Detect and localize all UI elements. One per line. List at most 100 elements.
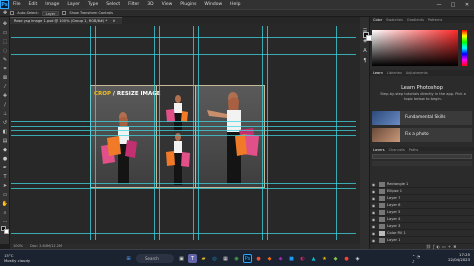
guide-line[interactable]	[11, 37, 356, 38]
more-tools-icon[interactable]: …	[1, 217, 9, 224]
document-info[interactable]: Doc: 2.64M/12.2M	[30, 244, 62, 248]
menu-3d[interactable]: 3D	[143, 2, 157, 7]
layer-row[interactable]: ◉ Layer 1	[370, 237, 474, 244]
layer-row[interactable]: ◉ Layer 6	[370, 202, 474, 209]
guide-line[interactable]	[11, 54, 356, 55]
move-tool-icon[interactable]: ✥	[1, 20, 9, 27]
guide-line[interactable]	[90, 26, 91, 240]
gradient-tool-icon[interactable]: ▤	[1, 137, 9, 144]
hand-tool-icon[interactable]: ✋	[1, 200, 9, 207]
guide-line[interactable]	[336, 26, 337, 240]
edge-icon[interactable]: ◎	[210, 254, 219, 263]
layer-row[interactable]: ◉ Ellipse 1	[370, 188, 474, 195]
chrome-icon[interactable]: ◉	[232, 254, 241, 263]
document-canvas[interactable]: CROP / RESIZE IMAGE	[11, 26, 356, 240]
tab-swatches[interactable]: Swatches	[386, 18, 403, 22]
artboard-tool-icon[interactable]: ▭	[1, 29, 9, 36]
guide-line[interactable]	[11, 130, 356, 131]
windows-start-icon[interactable]: ⊞	[124, 254, 133, 263]
layer-row[interactable]: ◉ Layer 4	[370, 216, 474, 223]
taskbar-search[interactable]: Search	[136, 254, 174, 263]
color-picker-field[interactable]	[372, 30, 458, 66]
app-icon[interactable]: ●	[254, 254, 263, 263]
visibility-eye-icon[interactable]: ◉	[370, 238, 377, 243]
app-icon[interactable]: ◆	[265, 254, 274, 263]
auto-select-checkbox[interactable]	[10, 11, 15, 15]
app-icon[interactable]: ★	[320, 254, 329, 263]
tab-color[interactable]: Color	[373, 18, 382, 22]
zoom-tool-icon[interactable]: ⌕	[1, 209, 9, 216]
learn-card-fundamental-skills[interactable]: Fundamental Skills	[372, 111, 472, 125]
guide-line[interactable]	[95, 26, 96, 240]
guide-line[interactable]	[11, 135, 356, 136]
menu-select[interactable]: Select	[102, 2, 124, 7]
guide-line[interactable]	[11, 183, 356, 184]
guide-line[interactable]	[11, 126, 356, 127]
app-icon[interactable]: ◆	[276, 254, 285, 263]
system-tray-icons[interactable]: ⌃ ◔ ♪	[412, 254, 421, 264]
path-select-tool-icon[interactable]: ➤	[1, 182, 9, 189]
visibility-eye-icon[interactable]: ◉	[370, 217, 377, 222]
visibility-eye-icon[interactable]: ◉	[370, 203, 377, 208]
guide-line[interactable]	[11, 233, 356, 234]
layer-row[interactable]: ◉ Layer 3	[370, 223, 474, 230]
minimize-button[interactable]: —	[432, 0, 446, 9]
guide-line[interactable]	[262, 26, 263, 240]
type-tool-icon[interactable]: T	[1, 173, 9, 180]
guide-line[interactable]	[159, 26, 160, 240]
tab-learn[interactable]: Learn	[373, 71, 383, 75]
history-brush-tool-icon[interactable]: ↺	[1, 119, 9, 126]
tab-libraries[interactable]: Libraries	[387, 71, 402, 75]
guide-line[interactable]	[11, 188, 356, 189]
photoshop-taskbar-icon[interactable]: Ps	[243, 254, 252, 263]
maximize-button[interactable]: □	[446, 0, 460, 9]
clone-stamp-tool-icon[interactable]: ⊥	[1, 110, 9, 117]
visibility-eye-icon[interactable]: ◉	[370, 210, 377, 215]
pen-tool-icon[interactable]: ✒	[1, 164, 9, 171]
menu-type[interactable]: Type	[84, 2, 102, 7]
crop-tool-icon[interactable]: ⌗	[1, 65, 9, 72]
app-icon[interactable]: ■	[287, 254, 296, 263]
canvas-area[interactable]: CROP / RESIZE IMAGE	[10, 24, 360, 244]
menu-file[interactable]: File	[9, 2, 25, 7]
visibility-eye-icon[interactable]: ◉	[370, 196, 377, 201]
layer-dropdown[interactable]: Layer	[41, 10, 60, 16]
zoom-level[interactable]: 100%	[13, 244, 23, 248]
hue-slider[interactable]	[462, 30, 467, 66]
document-tab[interactable]: Rose ysg image 1.psd @ 100% (Group 1, RG…	[10, 17, 122, 24]
guide-line[interactable]	[267, 26, 268, 240]
store-icon[interactable]: ▦	[221, 254, 230, 263]
close-button[interactable]: ✕	[460, 0, 474, 9]
dodge-tool-icon[interactable]: ●	[1, 155, 9, 162]
app-icon[interactable]: ▲	[309, 254, 318, 263]
menu-window[interactable]: Window	[200, 2, 226, 7]
tab-patterns[interactable]: Patterns	[428, 18, 442, 22]
tab-adjustments[interactable]: Adjustments	[406, 71, 428, 75]
menu-filter[interactable]: Filter	[124, 2, 143, 7]
file-explorer-icon[interactable]: ▰	[199, 254, 208, 263]
transform-controls-checkbox[interactable]	[62, 11, 67, 15]
marquee-tool-icon[interactable]: ⬚	[1, 38, 9, 45]
close-icon[interactable]: ✕	[113, 19, 116, 23]
background-color-swatch[interactable]	[4, 229, 9, 234]
weather-widget[interactable]: 15°C Mostly cloudy	[4, 253, 30, 263]
app-icon[interactable]: ●	[342, 254, 351, 263]
layer-row[interactable]: ◉ Layer 5	[370, 209, 474, 216]
layer-row[interactable]: ◉ Color Fill 1	[370, 230, 474, 237]
menu-image[interactable]: Image	[41, 2, 63, 7]
learn-card-fix-photo[interactable]: Fix a photo	[372, 128, 472, 142]
visibility-eye-icon[interactable]: ◉	[370, 182, 377, 187]
blend-mode-row[interactable]	[372, 161, 472, 166]
menu-layer[interactable]: Layer	[63, 2, 84, 7]
guide-line[interactable]	[11, 121, 356, 122]
menu-help[interactable]: Help	[226, 2, 244, 7]
layer-row[interactable]: ◉ Rectangle 1	[370, 181, 474, 188]
task-view-icon[interactable]: ▣	[177, 254, 186, 263]
app-icon[interactable]: ◈	[353, 254, 362, 263]
frame-tool-icon[interactable]: ⊠	[1, 74, 9, 81]
eyedropper-tool-icon[interactable]: ⁄	[1, 83, 9, 90]
layer-row[interactable]: ◉ Layer 7	[370, 195, 474, 202]
app-icon[interactable]: ◆	[331, 254, 340, 263]
healing-brush-tool-icon[interactable]: ✚	[1, 92, 9, 99]
layer-filter-bar[interactable]	[372, 154, 472, 159]
